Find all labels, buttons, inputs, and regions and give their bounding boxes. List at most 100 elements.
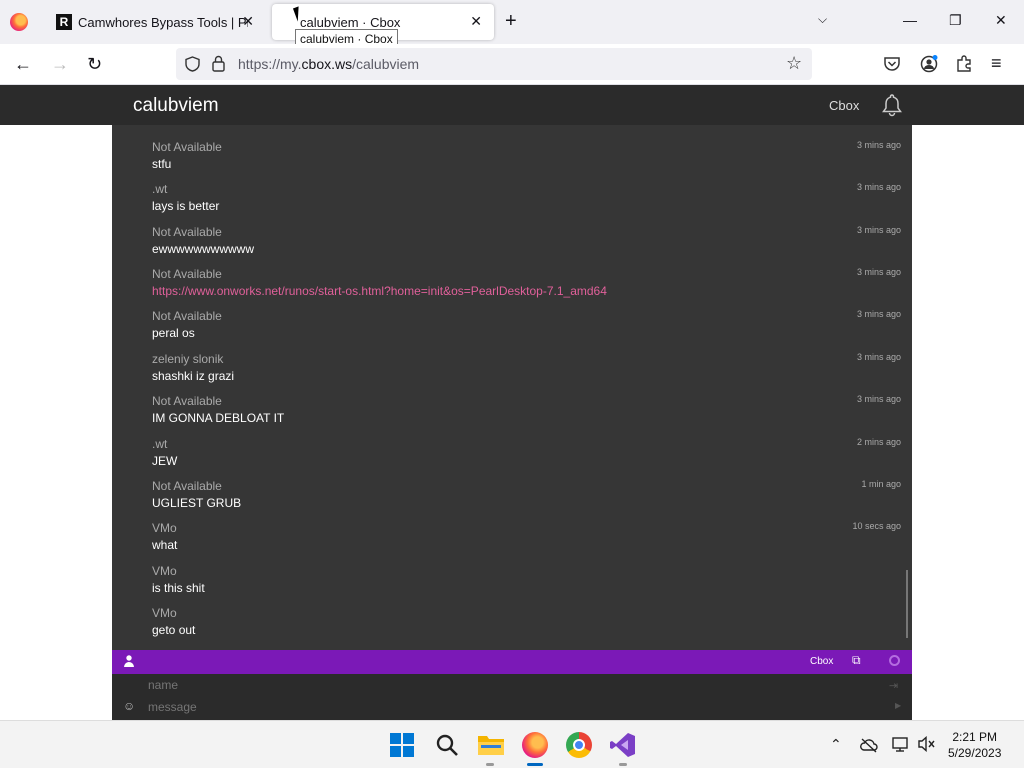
file-explorer-icon[interactable] [478, 733, 504, 759]
chat-messages[interactable]: ~ Not Available stfu 3 mins ago .wt lays… [112, 125, 912, 650]
tab-title: calubviem · Cbox [300, 14, 401, 30]
message-author[interactable]: VMo [152, 564, 902, 578]
list-item: Not Available ewwwwwwwwwww 3 mins ago [152, 225, 902, 256]
close-tab-icon[interactable]: ✕ [470, 13, 482, 30]
send-icon[interactable]: ▶ [895, 701, 901, 710]
search-icon[interactable] [435, 733, 461, 759]
bell-icon[interactable] [880, 93, 904, 117]
windows-start-icon[interactable] [390, 733, 416, 759]
cbox-brand-link[interactable]: Cbox [829, 98, 859, 113]
volume-muted-icon[interactable] [918, 736, 936, 752]
cbox-toolbar: Cbox ⧉ [112, 650, 912, 674]
message-form: ☺ ⇥ ▶ [112, 674, 912, 720]
message-text: lays is better [152, 199, 220, 213]
cloud-off-icon[interactable] [860, 737, 878, 753]
shield-icon[interactable] [185, 56, 200, 72]
message-time: 3 mins ago [856, 225, 901, 235]
nav-bar: ← → ↻ https://my.cbox.ws/calubviem ☆ ≡ [0, 44, 1024, 85]
network-icon[interactable] [892, 736, 910, 752]
message-author[interactable]: VMo [152, 606, 902, 620]
message-time: 10 secs ago [852, 521, 901, 531]
clipped-message: ~ [152, 125, 159, 131]
message-author[interactable]: VMo [152, 521, 902, 535]
message-text: ewwwwwwwwwww [152, 242, 254, 256]
message-time: 2 mins ago [856, 437, 901, 447]
list-item: Not Available IM GONNA DEBLOAT IT 3 mins… [152, 394, 902, 425]
user-icon[interactable] [124, 655, 134, 667]
chevron-down-icon[interactable]: ⌵ [818, 12, 827, 27]
list-item: Not Available peral os 3 mins ago [152, 309, 902, 340]
message-text: geto out [152, 623, 196, 637]
list-item: VMo what 10 secs ago [152, 521, 902, 552]
message-time: 3 mins ago [856, 352, 901, 362]
bookmark-star-icon[interactable]: ☆ [786, 53, 802, 74]
visual-studio-icon[interactable] [610, 732, 636, 758]
chrome-icon[interactable] [566, 732, 592, 758]
lock-icon[interactable] [212, 55, 225, 72]
tab-title: Camwhores Bypass Tools | Priva [78, 14, 248, 30]
cbox-link[interactable]: Cbox [810, 656, 833, 667]
tab-camwhores[interactable]: R Camwhores Bypass Tools | Priva ✕ [44, 4, 266, 40]
chevron-up-icon[interactable]: ⌃ [830, 736, 842, 753]
app-indicator [619, 763, 627, 766]
close-tab-icon[interactable]: ✕ [242, 13, 254, 30]
forward-icon[interactable]: → [51, 54, 69, 75]
close-window-icon[interactable]: ✕ [995, 12, 1007, 29]
emoji-icon[interactable]: ☺ [123, 699, 135, 713]
tab-strip: R Camwhores Bypass Tools | Priva ✕ calub… [0, 0, 1024, 44]
login-icon[interactable]: ⇥ [889, 679, 898, 692]
minimize-icon[interactable]: — [903, 12, 917, 28]
url-bar[interactable]: https://my.cbox.ws/calubviem ☆ [176, 48, 812, 80]
cbox-header: calubviem Cbox [0, 85, 1024, 125]
loading-spinner-icon [889, 655, 900, 666]
message-time: 3 mins ago [856, 182, 901, 192]
firefox-icon[interactable] [10, 13, 28, 31]
back-icon[interactable]: ← [14, 54, 32, 75]
pocket-icon[interactable] [884, 56, 900, 71]
url-text[interactable]: https://my.cbox.ws/calubviem [238, 56, 419, 72]
account-icon[interactable] [920, 55, 938, 73]
chat-scrollbar[interactable] [906, 570, 908, 638]
taskbar: ⌃ 2:21 PM 5/29/2023 [0, 720, 1024, 768]
message-text: shashki iz grazi [152, 369, 235, 383]
clock[interactable]: 2:21 PM 5/29/2023 [948, 729, 1001, 761]
page-content: calubviem Cbox ~ Not Available stfu 3 mi… [0, 85, 1024, 720]
message-time: 3 mins ago [856, 140, 901, 150]
message-author[interactable]: Not Available [152, 267, 902, 281]
message-author[interactable]: Not Available [152, 140, 902, 154]
app-indicator-active [527, 763, 543, 766]
new-tab-icon[interactable]: + [505, 10, 517, 33]
list-item: Not Available stfu 3 mins ago [152, 140, 902, 171]
reload-icon[interactable]: ↻ [87, 54, 102, 75]
list-item: zeleniy slonik shashki iz grazi 3 mins a… [152, 352, 902, 383]
message-author[interactable]: .wt [152, 437, 902, 451]
message-text: UGLIEST GRUB [152, 496, 242, 510]
message-time: 1 min ago [861, 479, 901, 489]
message-input[interactable] [148, 700, 848, 714]
message-author[interactable]: .wt [152, 182, 902, 196]
list-item: VMo geto out [152, 606, 902, 637]
clock-time: 2:21 PM [952, 730, 998, 744]
chrome-center [573, 739, 585, 751]
name-input[interactable] [148, 678, 848, 692]
page-title: calubviem [133, 95, 219, 116]
extensions-icon[interactable] [956, 55, 972, 72]
firefox-taskbar-icon[interactable] [522, 732, 548, 758]
restore-icon[interactable]: ❐ [949, 12, 962, 29]
message-author[interactable]: Not Available [152, 394, 902, 408]
menu-icon[interactable]: ≡ [991, 53, 1002, 74]
list-item: .wt lays is better 3 mins ago [152, 182, 902, 213]
list-item: VMo is this shit [152, 564, 902, 595]
message-author[interactable]: Not Available [152, 309, 902, 323]
list-item: Not Available https://www.onworks.net/ru… [152, 267, 902, 298]
list-item: Not Available UGLIEST GRUB 1 min ago [152, 479, 902, 510]
message-text: is this shit [152, 581, 205, 595]
message-link[interactable]: https://www.onworks.net/runos/start-os.h… [152, 284, 902, 298]
message-text: peral os [152, 326, 195, 340]
external-link-icon[interactable]: ⧉ [852, 653, 861, 668]
message-author[interactable]: zeleniy slonik [152, 352, 902, 366]
message-author[interactable]: Not Available [152, 225, 902, 239]
message-text: IM GONNA DEBLOAT IT [152, 411, 285, 425]
message-text: what [152, 538, 178, 552]
message-author[interactable]: Not Available [152, 479, 902, 493]
